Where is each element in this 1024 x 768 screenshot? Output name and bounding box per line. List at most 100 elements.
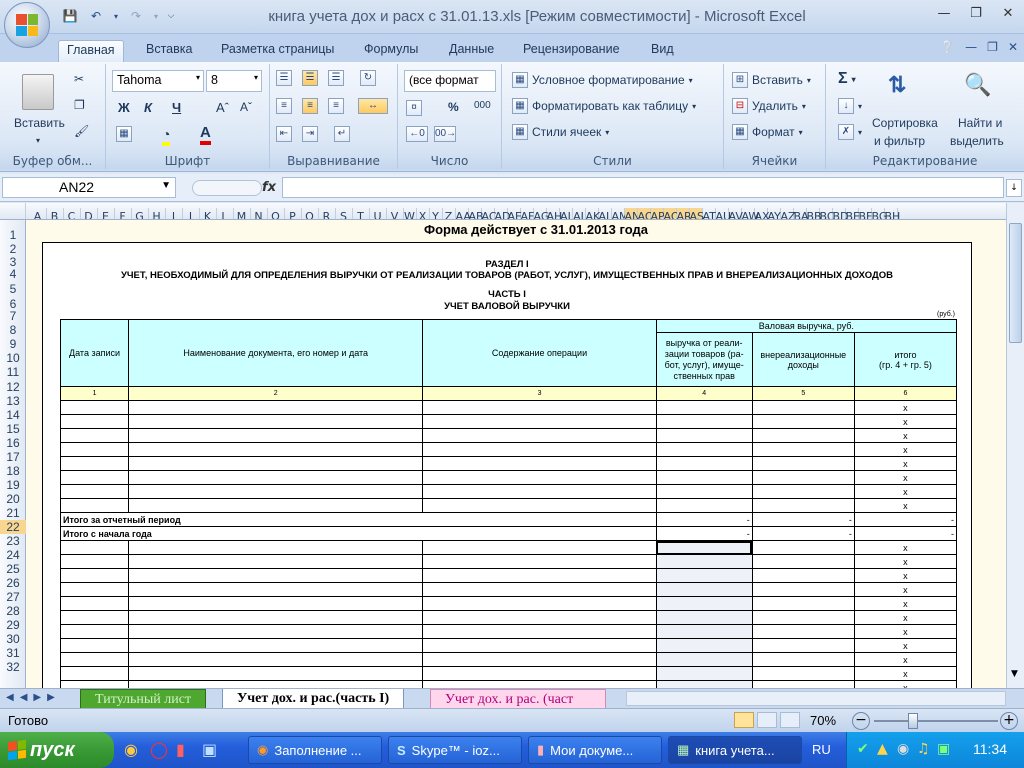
start-button[interactable]: пуск	[0, 732, 114, 768]
table-cell[interactable]	[655, 554, 753, 569]
row-header[interactable]: 18	[0, 464, 26, 478]
table-cell[interactable]: x	[853, 624, 958, 639]
vertical-scrollbar[interactable]: ▼	[1006, 203, 1024, 688]
table-cell[interactable]	[422, 582, 657, 597]
scroll-thumb[interactable]	[1009, 223, 1022, 343]
table-cell[interactable]	[655, 624, 753, 639]
column-header[interactable]: BB	[807, 208, 822, 219]
table-cell[interactable]: x	[853, 414, 958, 429]
find-select-icon[interactable]: 🔍	[964, 72, 991, 98]
table-cell[interactable]: x	[853, 582, 958, 597]
table-cell[interactable]	[59, 540, 130, 555]
column-header[interactable]: P	[285, 208, 302, 219]
table-cell[interactable]	[655, 582, 753, 597]
row-header[interactable]: 15	[0, 422, 26, 436]
sheet-nav-icons[interactable]: ◀◀▶▶	[6, 692, 61, 703]
table-cell[interactable]	[751, 498, 855, 513]
column-header[interactable]: X	[417, 208, 430, 219]
row-header[interactable]: 20	[0, 492, 26, 506]
format-cells-button[interactable]: ▦ Формат ▾	[732, 124, 803, 140]
column-header[interactable]: AW	[742, 208, 759, 219]
tab-review[interactable]: Рецензирование	[515, 40, 628, 62]
paste-dropdown-icon[interactable]: ▾	[36, 136, 40, 145]
tab-page-layout[interactable]: Разметка страницы	[213, 40, 342, 62]
row-header[interactable]: 5	[0, 282, 26, 296]
row-header[interactable]: 8	[0, 323, 26, 337]
scroll-down-icon[interactable]: ▼	[1011, 669, 1018, 679]
column-header[interactable]: Q	[302, 208, 319, 219]
column-header[interactable]: BH	[885, 208, 900, 219]
total-cell[interactable]: -	[655, 512, 753, 527]
table-cell[interactable]	[59, 610, 130, 625]
column-header[interactable]: AC	[482, 208, 497, 219]
table-cell[interactable]	[59, 442, 130, 457]
restore-icon[interactable]: ❐	[964, 4, 988, 22]
total-cell[interactable]: -	[853, 526, 958, 541]
format-painter-icon[interactable]: 🖌	[74, 124, 89, 138]
cell-styles-button[interactable]: ▦ Стили ячеек ▾	[512, 124, 609, 140]
column-header[interactable]: AT	[703, 208, 716, 219]
total-cell[interactable]: -	[751, 512, 855, 527]
firefox-quicklaunch-icon[interactable]: ◉	[124, 740, 138, 759]
column-header[interactable]: Z	[443, 208, 456, 219]
table-cell[interactable]: x	[853, 498, 958, 513]
table-cell[interactable]	[751, 400, 855, 415]
align-top-icon[interactable]: ☰	[276, 70, 292, 86]
active-cell[interactable]	[655, 540, 753, 555]
column-header[interactable]: AY	[768, 208, 781, 219]
table-cell[interactable]	[751, 596, 855, 611]
tab-formulas[interactable]: Формулы	[356, 40, 426, 62]
language-indicator[interactable]: RU	[812, 742, 831, 757]
table-cell[interactable]	[128, 442, 424, 457]
column-header[interactable]: AR	[676, 208, 692, 219]
task-firefox[interactable]: ◉ Заполнение ...	[248, 736, 382, 764]
table-cell[interactable]: x	[853, 666, 958, 681]
zoom-out-icon[interactable]: −	[852, 712, 870, 730]
column-header[interactable]: AU	[716, 208, 731, 219]
column-header[interactable]: AK	[586, 208, 600, 219]
table-cell[interactable]	[751, 540, 855, 555]
table-cell[interactable]	[59, 624, 130, 639]
column-header[interactable]: H	[149, 208, 166, 219]
row-header[interactable]: 13	[0, 394, 26, 408]
column-header[interactable]: U	[370, 208, 387, 219]
table-cell[interactable]	[422, 484, 657, 499]
table-cell[interactable]	[751, 680, 855, 688]
sort-filter-icon[interactable]: ⇅	[888, 72, 906, 98]
wrap-text-icon[interactable]: ↵	[334, 126, 350, 142]
column-header[interactable]: BD	[833, 208, 849, 219]
row-header[interactable]: 14	[0, 408, 26, 422]
tab-view[interactable]: Вид	[643, 40, 682, 62]
sort-filter-label-1[interactable]: Сортировка	[872, 116, 938, 130]
zoom-slider-thumb[interactable]	[908, 713, 918, 729]
table-cell[interactable]	[59, 568, 130, 583]
row-header[interactable]: 1	[0, 228, 26, 242]
help-icon[interactable]: ❔	[940, 40, 955, 54]
table-cell[interactable]	[59, 428, 130, 443]
table-cell[interactable]	[59, 638, 130, 653]
column-header[interactable]: AF	[521, 208, 534, 219]
row-header[interactable]: 7	[0, 309, 26, 323]
table-cell[interactable]	[128, 540, 424, 555]
app-quicklaunch-icon[interactable]: ▮	[176, 740, 185, 759]
row-header[interactable]: 4	[0, 267, 26, 281]
table-cell[interactable]	[128, 456, 424, 471]
column-header[interactable]: AS	[689, 208, 704, 219]
zoom-slider[interactable]	[874, 720, 998, 722]
security-icon[interactable]: ▲	[877, 741, 888, 757]
row-header[interactable]: 28	[0, 604, 26, 618]
table-cell[interactable]	[751, 652, 855, 667]
sheet-tab-part2[interactable]: Учет дох. и рас. (част	[430, 689, 606, 709]
table-cell[interactable]: x	[853, 554, 958, 569]
column-header[interactable]: S	[336, 208, 353, 219]
row-header[interactable]: 31	[0, 646, 26, 660]
table-cell[interactable]: x	[853, 400, 958, 415]
close-icon[interactable]: ✕	[996, 4, 1020, 22]
table-cell[interactable]	[655, 484, 753, 499]
task-skype[interactable]: S Skype™ - ioz...	[388, 736, 522, 764]
table-cell[interactable]	[422, 610, 657, 625]
table-cell[interactable]	[128, 554, 424, 569]
table-cell[interactable]	[655, 470, 753, 485]
row-header[interactable]: 17	[0, 450, 26, 464]
table-cell[interactable]	[128, 624, 424, 639]
